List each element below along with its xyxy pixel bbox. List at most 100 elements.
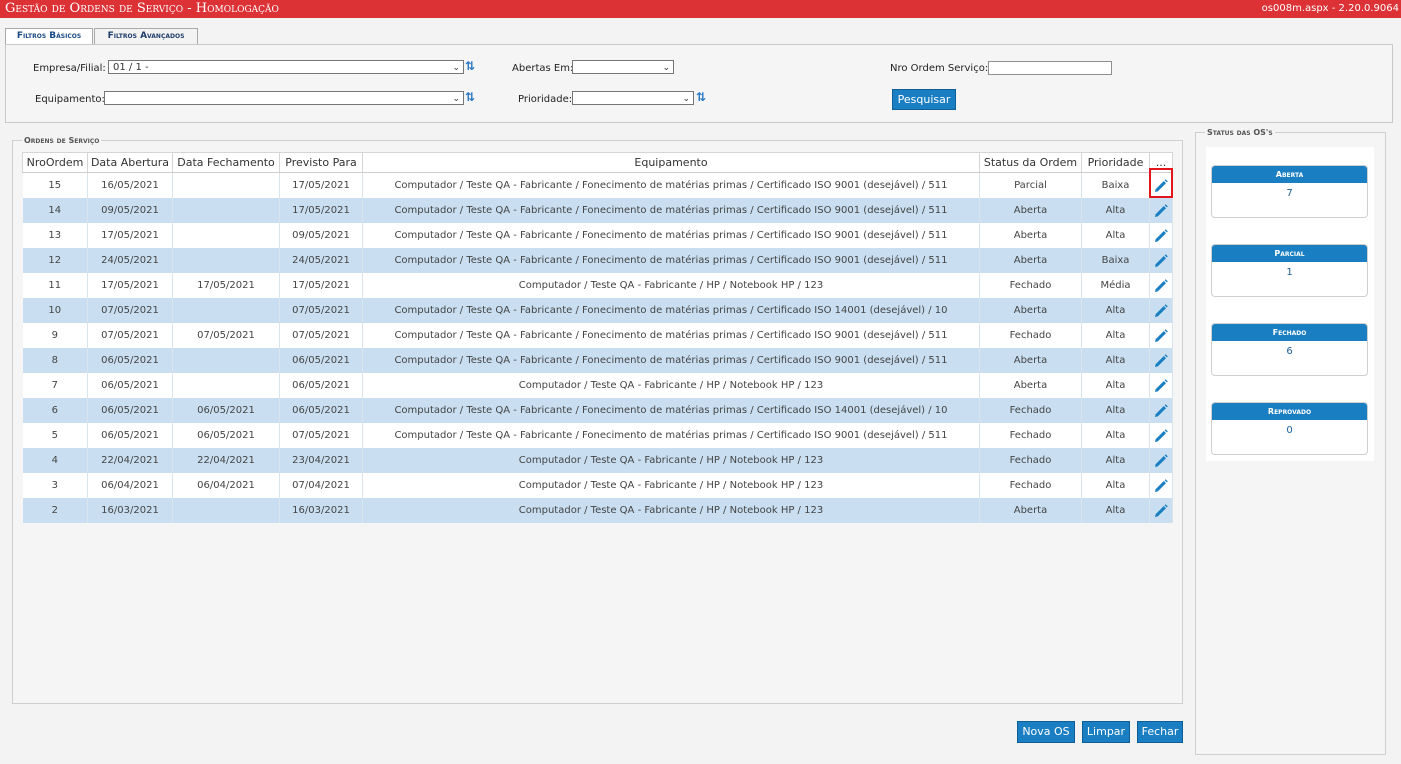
pencil-icon[interactable] bbox=[1153, 353, 1169, 369]
fechar-button[interactable]: Fechar bbox=[1137, 721, 1183, 743]
cell-data-fechamento: 06/04/2021 bbox=[172, 473, 280, 498]
table-row[interactable]: 11 17/05/2021 17/05/2021 17/05/2021 Computad… bbox=[22, 273, 1173, 298]
limpar-button[interactable]: Limpar bbox=[1082, 721, 1130, 743]
table-row[interactable]: 2 16/03/2021 16/03/2021 Computador / Teste … bbox=[22, 498, 1173, 523]
abertas-select[interactable]: ⌄ bbox=[572, 60, 674, 74]
cell-status: Fechado bbox=[979, 273, 1082, 298]
pesquisar-button[interactable]: Pesquisar bbox=[892, 89, 956, 110]
cell-prioridade: Baixa bbox=[1081, 248, 1150, 273]
pencil-icon[interactable] bbox=[1153, 203, 1169, 219]
cell-data-abertura: 06/05/2021 bbox=[87, 348, 173, 373]
pencil-icon[interactable] bbox=[1153, 478, 1169, 494]
cell-previsto-para: 24/05/2021 bbox=[279, 248, 363, 273]
pencil-icon[interactable] bbox=[1153, 253, 1169, 269]
refresh-icon[interactable]: ⇅ bbox=[465, 90, 477, 104]
tab-filtros-avancados[interactable]: Filtros Avançados bbox=[94, 28, 198, 44]
col-nroordem[interactable]: NroOrdem bbox=[22, 152, 88, 173]
status-card-fechado[interactable]: Fechado 6 bbox=[1211, 323, 1368, 376]
cell-actions bbox=[1149, 223, 1173, 248]
pencil-icon[interactable] bbox=[1153, 328, 1169, 344]
refresh-icon[interactable]: ⇅ bbox=[696, 90, 708, 104]
pencil-icon[interactable] bbox=[1153, 178, 1169, 194]
nro-ordem-input[interactable] bbox=[988, 61, 1112, 75]
table-row[interactable]: 3 06/04/2021 06/04/2021 07/04/2021 Computado… bbox=[22, 473, 1173, 498]
title-bar: Gestão de Ordens de Serviço - Homologaçã… bbox=[0, 0, 1401, 18]
cell-actions bbox=[1149, 473, 1173, 498]
col-data-abertura[interactable]: Data Abertura bbox=[87, 152, 173, 173]
cell-data-abertura: 22/04/2021 bbox=[87, 448, 173, 473]
orders-table: NroOrdem Data Abertura Data Fechamento P… bbox=[22, 152, 1173, 523]
pencil-icon[interactable] bbox=[1153, 228, 1169, 244]
pencil-icon[interactable] bbox=[1153, 278, 1169, 294]
nova-os-button[interactable]: Nova OS bbox=[1017, 721, 1075, 743]
col-prioridade[interactable]: Prioridade bbox=[1081, 152, 1150, 173]
cell-previsto-para: 06/05/2021 bbox=[279, 398, 363, 423]
table-row[interactable]: 9 07/05/2021 07/05/2021 07/05/2021 Computado… bbox=[22, 323, 1173, 348]
table-row[interactable]: 8 06/05/2021 06/05/2021 Computador / Teste … bbox=[22, 348, 1173, 373]
ordens-legend: Ordens de Serviço bbox=[24, 136, 100, 145]
status-card-parcial[interactable]: Parcial 1 bbox=[1211, 244, 1368, 297]
status-card-count[interactable]: 1 bbox=[1212, 262, 1367, 284]
col-equipamento[interactable]: Equipamento bbox=[362, 152, 980, 173]
cell-data-abertura: 16/03/2021 bbox=[87, 498, 173, 523]
cell-nroordem: 8 bbox=[22, 348, 88, 373]
cell-equipamento: Computador / Teste QA - Fabricante / Fon… bbox=[362, 198, 980, 223]
col-previsto-para[interactable]: Previsto Para bbox=[279, 152, 363, 173]
cell-actions bbox=[1149, 172, 1173, 198]
table-row[interactable]: 4 22/04/2021 22/04/2021 23/04/2021 Computado… bbox=[22, 448, 1173, 473]
cell-nroordem: 14 bbox=[22, 198, 88, 223]
cell-actions bbox=[1149, 248, 1173, 273]
cell-prioridade: Alta bbox=[1081, 398, 1150, 423]
cell-status: Aberta bbox=[979, 373, 1082, 398]
table-row[interactable]: 12 24/05/2021 24/05/2021 Computador / Teste… bbox=[22, 248, 1173, 273]
cell-data-abertura: 06/05/2021 bbox=[87, 398, 173, 423]
refresh-icon[interactable]: ⇅ bbox=[465, 59, 477, 73]
pencil-icon[interactable] bbox=[1153, 303, 1169, 319]
cell-nroordem: 4 bbox=[22, 448, 88, 473]
cell-data-fechamento: 07/05/2021 bbox=[172, 323, 280, 348]
status-card-count[interactable]: 0 bbox=[1212, 420, 1367, 442]
table-row[interactable]: 10 07/05/2021 07/05/2021 Computador / Teste… bbox=[22, 298, 1173, 323]
col-data-fechamento[interactable]: Data Fechamento bbox=[172, 152, 280, 173]
cell-status: Fechado bbox=[979, 448, 1082, 473]
equipamento-select[interactable]: ⌄ bbox=[104, 91, 464, 105]
status-card-count[interactable]: 7 bbox=[1212, 183, 1367, 205]
cell-previsto-para: 06/05/2021 bbox=[279, 348, 363, 373]
cell-data-fechamento bbox=[172, 172, 280, 198]
status-card-aberta[interactable]: Aberta 7 bbox=[1211, 165, 1368, 218]
status-card-reprovado[interactable]: Reprovado 0 bbox=[1211, 402, 1368, 455]
cell-status: Aberta bbox=[979, 248, 1082, 273]
prioridade-select[interactable]: ⌄ bbox=[572, 91, 694, 105]
cell-equipamento: Computador / Teste QA - Fabricante / HP … bbox=[362, 473, 980, 498]
cell-previsto-para: 09/05/2021 bbox=[279, 223, 363, 248]
cell-prioridade: Alta bbox=[1081, 198, 1150, 223]
col-status[interactable]: Status da Ordem bbox=[979, 152, 1082, 173]
table-row[interactable]: 5 06/05/2021 06/05/2021 07/05/2021 Computado… bbox=[22, 423, 1173, 448]
pencil-icon[interactable] bbox=[1153, 503, 1169, 519]
pencil-icon[interactable] bbox=[1153, 453, 1169, 469]
cell-status: Aberta bbox=[979, 348, 1082, 373]
cell-actions bbox=[1149, 323, 1173, 348]
filters-panel: Empresa/Filial: 01 / 1 - ⌄ ⇅ Abertas Em:… bbox=[5, 44, 1393, 123]
cell-actions bbox=[1149, 348, 1173, 373]
cell-status: Fechado bbox=[979, 323, 1082, 348]
cell-actions bbox=[1149, 448, 1173, 473]
tab-filtros-basicos[interactable]: Filtros Básicos bbox=[5, 28, 93, 45]
cell-nroordem: 7 bbox=[22, 373, 88, 398]
status-card-count[interactable]: 6 bbox=[1212, 341, 1367, 363]
cell-data-abertura: 16/05/2021 bbox=[87, 172, 173, 198]
pencil-icon[interactable] bbox=[1153, 403, 1169, 419]
table-row[interactable]: 7 06/05/2021 06/05/2021 Computador / Teste … bbox=[22, 373, 1173, 398]
table-row[interactable]: 13 17/05/2021 09/05/2021 Computador / Teste… bbox=[22, 223, 1173, 248]
cell-data-fechamento bbox=[172, 298, 280, 323]
table-row[interactable]: 6 06/05/2021 06/05/2021 06/05/2021 Computado… bbox=[22, 398, 1173, 423]
pencil-icon[interactable] bbox=[1153, 428, 1169, 444]
pencil-icon[interactable] bbox=[1153, 378, 1169, 394]
table-row[interactable]: 14 09/05/2021 17/05/2021 Computador / Teste… bbox=[22, 198, 1173, 223]
cell-status: Fechado bbox=[979, 398, 1082, 423]
table-row[interactable]: 15 16/05/2021 17/05/2021 Computador / Teste… bbox=[22, 172, 1173, 198]
cell-actions bbox=[1149, 198, 1173, 223]
empresa-select[interactable]: 01 / 1 - ⌄ bbox=[108, 60, 464, 74]
cell-previsto-para: 07/05/2021 bbox=[279, 298, 363, 323]
cell-equipamento: Computador / Teste QA - Fabricante / HP … bbox=[362, 273, 980, 298]
